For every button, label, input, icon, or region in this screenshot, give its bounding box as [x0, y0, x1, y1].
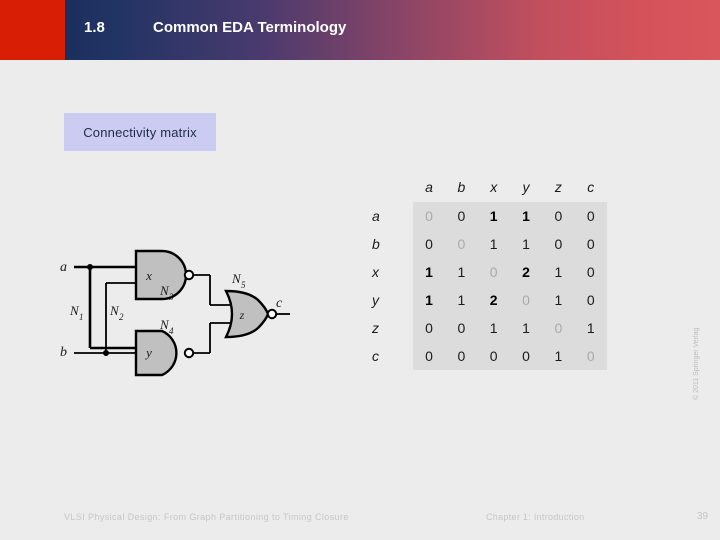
circuit-input-label-a: a: [60, 260, 67, 275]
matrix-cell-c-z: 1: [542, 342, 575, 370]
matrix-cell-c-a: 0: [412, 342, 446, 370]
matrix-col-header-a: a: [425, 179, 433, 195]
footer-chapter: Chapter 1: Introduction: [486, 512, 585, 522]
page-title: Common EDA Terminology: [153, 19, 347, 36]
circuit-input-label-b: b: [60, 345, 67, 360]
matrix-cell-y-c: 0: [574, 286, 607, 314]
matrix-cell-y-y: 0: [509, 286, 543, 314]
matrix-header-row: a b x y z c: [362, 172, 607, 202]
nand-gate-y: [134, 329, 178, 377]
table-row: y112010: [362, 286, 607, 314]
matrix-corner-cell: [362, 172, 413, 202]
net-label-n2: N 2: [109, 303, 124, 322]
matrix-col-header-c: c: [587, 179, 595, 195]
matrix-cell-a-c: 0: [574, 202, 607, 230]
junction-dot-b: [103, 350, 109, 356]
svg-text:2: 2: [119, 312, 124, 322]
matrix-cell-x-y: 2: [509, 258, 543, 286]
header-red-accent-block: [0, 0, 65, 60]
matrix-col-header-z: z: [554, 179, 562, 195]
matrix-row-header-x: x: [372, 264, 379, 280]
connectivity-matrix-table: a b x y z c a001100b001100x110210y112010…: [362, 172, 607, 370]
matrix-row-header-b: b: [372, 236, 380, 252]
junction-dot-a: [87, 264, 93, 270]
svg-text:1: 1: [79, 312, 84, 322]
matrix-cell-y-z: 1: [542, 286, 575, 314]
matrix-col-header-b: b: [457, 179, 466, 195]
matrix-cell-z-c: 1: [574, 314, 607, 342]
matrix-row-header-a: a: [372, 208, 380, 224]
footer-page-number: 39: [697, 511, 709, 522]
matrix-cell-c-b: 0: [445, 342, 478, 370]
matrix-col-header-x: x: [490, 179, 498, 195]
matrix-col-header-y: y: [522, 179, 530, 195]
matrix-cell-a-a: 0: [412, 202, 446, 230]
callout-label: Connectivity matrix: [83, 124, 197, 140]
net-label-n5: N 5: [231, 271, 246, 290]
table-row: x110210: [362, 258, 607, 286]
svg-text:4: 4: [169, 326, 174, 336]
matrix-cell-z-b: 0: [445, 314, 478, 342]
matrix-cell-x-b: 1: [445, 258, 478, 286]
matrix-cell-z-a: 0: [412, 314, 446, 342]
connectivity-matrix-callout: Connectivity matrix: [64, 113, 216, 151]
matrix-cell-y-x: 2: [477, 286, 510, 314]
circuit-svg: a b x y z N 1 N 2 N 3 N 4 N 5 c: [60, 249, 290, 377]
matrix-cell-b-x: 1: [477, 230, 510, 258]
matrix-cell-b-b: 0: [445, 230, 478, 258]
matrix-cell-b-z: 0: [542, 230, 575, 258]
matrix-cell-x-x: 0: [477, 258, 510, 286]
copyright-notice: © 2011 Springer Verlag: [693, 327, 700, 400]
table-row: a001100: [362, 202, 607, 230]
inverter-bubble-y: [183, 347, 195, 359]
matrix-cell-y-b: 1: [445, 286, 478, 314]
matrix-cell-a-z: 0: [542, 202, 575, 230]
gate-label-y: y: [144, 345, 152, 360]
circuit-diagram: a b x y z N 1 N 2 N 3 N 4 N 5 c: [50, 243, 290, 378]
inverter-bubble-z: [266, 308, 278, 320]
footer-book-title: VLSI Physical Design: From Graph Partiti…: [64, 512, 349, 522]
matrix-cell-x-z: 1: [542, 258, 575, 286]
net-label-n1: N 1: [69, 303, 84, 322]
matrix-cell-c-c: 0: [574, 342, 607, 370]
svg-text:5: 5: [241, 280, 246, 290]
matrix-cell-c-y: 0: [509, 342, 543, 370]
inverter-bubble-x: [183, 269, 195, 281]
matrix-cell-z-x: 1: [477, 314, 510, 342]
slide-header: 1.8 Common EDA Terminology: [0, 0, 720, 60]
matrix-cell-z-z: 0: [542, 314, 575, 342]
matrix-cell-b-y: 1: [509, 230, 543, 258]
table-row: z001101: [362, 314, 607, 342]
nor-gate-z: [224, 289, 270, 339]
matrix-cell-b-c: 0: [574, 230, 607, 258]
gate-label-z: z: [239, 308, 245, 322]
gate-label-x: x: [145, 268, 152, 283]
matrix-row-header-y: y: [372, 292, 379, 308]
matrix-cell-y-a: 1: [412, 286, 446, 314]
matrix-cell-z-y: 1: [509, 314, 543, 342]
matrix-cell-c-x: 0: [477, 342, 510, 370]
matrix-row-header-z: z: [372, 320, 379, 336]
slide-number: 1.8: [84, 19, 105, 36]
matrix-cell-b-a: 0: [412, 230, 446, 258]
matrix-cell-a-x: 1: [477, 202, 510, 230]
matrix-row-header-c: c: [372, 348, 379, 364]
matrix-cell-x-a: 1: [412, 258, 446, 286]
svg-text:3: 3: [168, 292, 174, 302]
matrix-cell-x-c: 0: [574, 258, 607, 286]
circuit-output-label-c: c: [276, 296, 283, 311]
matrix-cell-a-b: 0: [445, 202, 478, 230]
table-row: b001100: [362, 230, 607, 258]
matrix-cell-a-y: 1: [509, 202, 543, 230]
matrix-body: a001100b001100x110210y112010z001101c0000…: [362, 202, 607, 370]
table-row: c000010: [362, 342, 607, 370]
